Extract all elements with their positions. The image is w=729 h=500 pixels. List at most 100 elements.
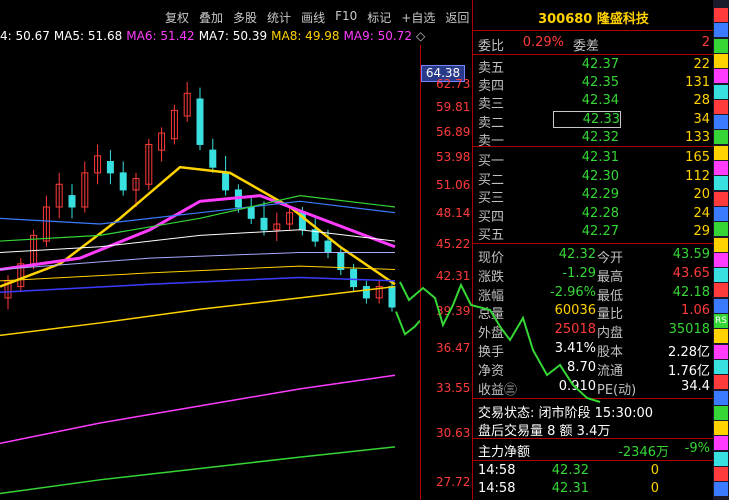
buy-row-1[interactable]: 买二 42.30 112 [473,169,714,188]
quote-value-2: 42.18 [672,284,710,300]
net-flow-label: 主力净额 [478,445,531,460]
tick-volume: 0 [650,481,659,496]
side-tool-icon[interactable] [714,8,728,22]
ma-curve-white [0,229,396,253]
candle-body [350,269,358,288]
side-tool-icon[interactable] [714,222,728,237]
quote-value: 42.32 [558,247,596,262]
side-tool-icon[interactable] [714,268,728,283]
weibi-value: 0.29% [522,35,564,50]
side-tool-icon[interactable] [714,298,728,313]
ma-label-2: MA6: 51.42 [126,29,195,43]
toolbar-button-5[interactable]: F10 [330,7,362,27]
toolbar-button-3[interactable]: 统计 [262,7,296,27]
side-tool-icon[interactable] [714,23,728,38]
tick-time: 14:58 [478,481,516,496]
sell-label: 卖四 [478,79,505,95]
net-flow-pct: -9% [684,441,710,456]
side-tool-icon[interactable] [714,237,728,252]
buy-row-2[interactable]: 买三 42.29 20 [473,187,714,207]
quote-value-2: 2.28亿 [668,345,710,360]
candle-body [68,195,76,208]
side-tool-icon[interactable] [714,467,728,481]
side-tool-icon[interactable] [714,145,728,160]
side-tool-icon[interactable] [714,53,728,68]
side-tool-icon[interactable] [714,69,728,84]
buy-volume: 29 [693,224,710,240]
side-tool-icon[interactable] [714,115,728,130]
side-tool-icon[interactable] [714,405,728,420]
after-hours: 盘后交易量 8 额 3.4万 [473,420,714,439]
ma-curve-long-yellow [0,285,396,337]
side-tool-icon[interactable] [714,252,728,267]
quote-label: 现价 [478,251,505,266]
tick-row-1: 14:58 42.31 0 [473,481,714,498]
after-hours-text: 盘后交易量 8 额 3.4万 [478,424,611,439]
side-tool-icon[interactable] [714,206,728,221]
sell-row-1[interactable]: 卖四 42.35 131 [473,75,714,95]
quote-value-2: 43.65 [672,265,710,281]
buy-price: 42.29 [581,187,619,203]
toolbar-button-0[interactable]: 复权 [160,7,194,27]
side-tool-icon[interactable] [714,38,728,53]
kline-chart[interactable] [0,45,420,500]
side-tool-icon[interactable] [714,329,728,344]
buy-row-4[interactable]: 买五 42.27 29 [473,224,714,243]
ma-label-3: MA7: 50.39 [198,29,268,43]
tick-volume: 0 [650,463,659,478]
buy-price: 42.31 [581,150,619,165]
tick-price: 42.31 [551,481,589,496]
side-tool-icon[interactable] [714,191,728,206]
quote-row-0: 现价 42.32 今开 43.59 [473,247,714,266]
sell-volume: 34 [693,111,710,127]
buy-row-0[interactable]: 买一 42.31 165 [473,150,714,169]
projection-line [399,281,601,403]
ma-label-4: MA8: 49.98 [271,29,340,43]
buy-label: 买一 [478,154,505,169]
side-tool-icon[interactable] [714,359,728,374]
side-tool-icon[interactable] [714,390,728,405]
toolbar-button-4[interactable]: 画线 [296,7,330,27]
side-tool-icon[interactable] [714,161,728,175]
quote-label-2: 今开 [597,251,624,266]
sell-row-0[interactable]: 卖五 42.37 22 [473,57,714,76]
ma-label-1: MA5: 51.68 [53,29,123,43]
sell-label: 卖五 [478,61,505,76]
toolbar-button-6[interactable]: 标记 [362,7,396,27]
side-tool-icon[interactable] [714,436,728,451]
side-tool-icon[interactable] [714,283,728,298]
buy-row-3[interactable]: 买四 42.28 24 [473,205,714,225]
sell-volume: 22 [693,57,710,72]
buy-label: 买三 [478,191,505,207]
candle-body [260,217,268,231]
sell-volume: 133 [685,129,710,145]
buy-label: 买四 [478,209,505,225]
side-tool-icon[interactable] [714,375,728,390]
quote-value-2: 34.4 [681,378,710,394]
sell-row-4[interactable]: 卖一 42.32 133 [473,129,714,149]
toolbar-button-1[interactable]: 叠加 [194,7,228,27]
side-tool-icon[interactable] [714,451,728,466]
toolbar-button-2[interactable]: 多股 [228,7,262,27]
ma-curve-long-magenta [0,374,396,445]
buy-price: 42.27 [581,224,619,240]
axis-tick-11: 30.63 [436,426,471,440]
side-tool-icon[interactable] [714,344,728,359]
axis-tick-5: 48.14 [436,206,471,220]
side-tool-icon[interactable] [714,130,728,145]
side-tool-icon[interactable] [714,421,728,436]
side-tool-icon[interactable] [714,84,728,99]
projection-overlay [399,281,601,403]
buy-volume: 24 [693,205,710,221]
quote-value-2: 43.59 [672,247,710,262]
quote-value-2: 35018 [668,322,710,338]
side-tool-icon[interactable] [714,176,728,191]
buy-volume: 165 [685,150,710,165]
sell-row-3[interactable]: 卖二 42.33 34 [473,110,714,131]
side-tool-icon[interactable]: RS [714,314,728,328]
side-tool-icon[interactable] [714,99,728,114]
sell-row-2[interactable]: 卖三 42.34 28 [473,93,714,112]
ma-label-5: MA9: 50.72 [343,29,412,43]
candle-body [209,149,217,168]
side-tool-icon[interactable] [714,482,728,497]
